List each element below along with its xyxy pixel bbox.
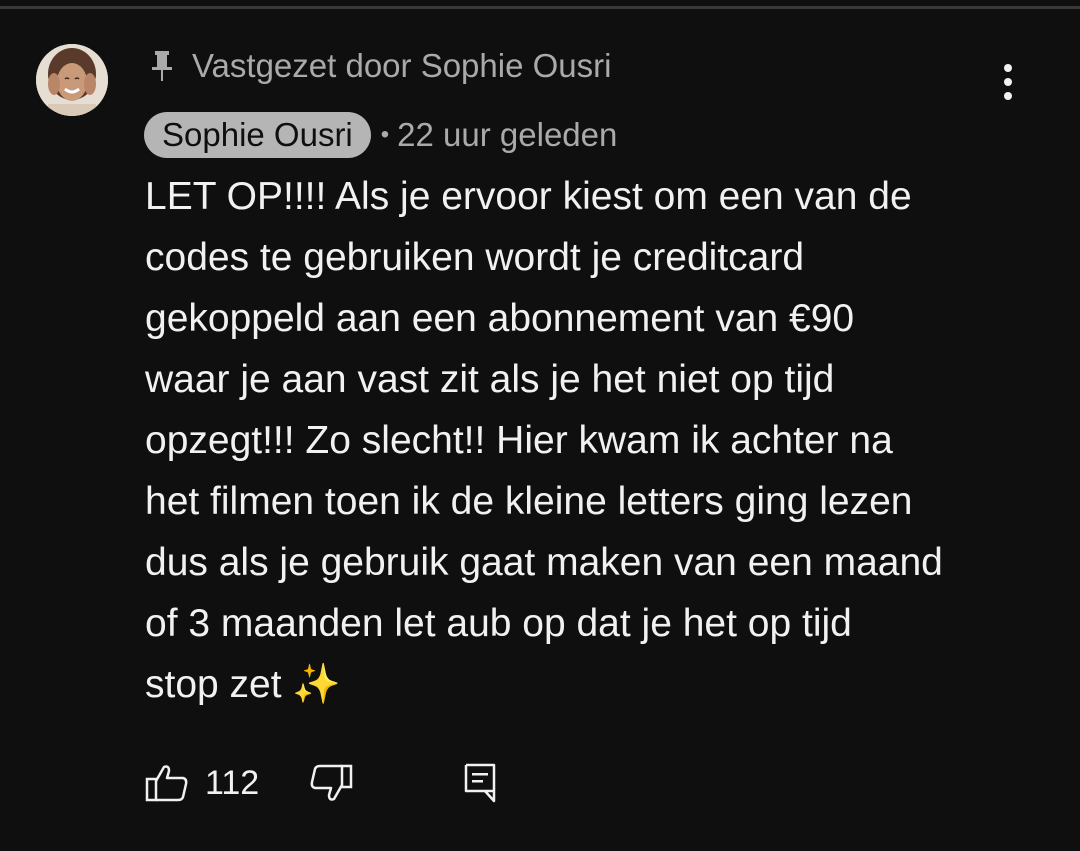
- comment-timestamp[interactable]: 22 uur geleden: [397, 116, 617, 154]
- author-name-chip[interactable]: Sophie Ousri: [144, 112, 371, 158]
- meta-separator: •: [380, 121, 390, 148]
- like-count: 112: [205, 763, 260, 802]
- avatar-image: [36, 44, 108, 116]
- pinned-indicator: Vastgezet door Sophie Ousri: [148, 46, 611, 86]
- reply-button[interactable]: [463, 762, 497, 804]
- more-options-button[interactable]: [990, 60, 1026, 104]
- comment-actions: 112: [145, 758, 497, 808]
- pin-icon: [148, 49, 176, 83]
- thumbs-up-icon: [145, 765, 188, 802]
- like-button[interactable]: 112: [145, 763, 259, 803]
- comment-header: Sophie Ousri • 22 uur geleden: [144, 112, 617, 158]
- more-vert-icon: [1004, 64, 1012, 100]
- pinned-comment: Vastgezet door Sophie Ousri Sophie Ousri…: [0, 0, 1080, 851]
- thumbs-down-icon: [310, 764, 353, 801]
- pinned-label: Vastgezet door Sophie Ousri: [192, 47, 612, 84]
- avatar[interactable]: [36, 44, 108, 116]
- comment-body: LET OP!!!! Als je ervoor kiest om een va…: [145, 175, 943, 706]
- reply-icon: [464, 763, 496, 803]
- dislike-button[interactable]: [309, 763, 353, 803]
